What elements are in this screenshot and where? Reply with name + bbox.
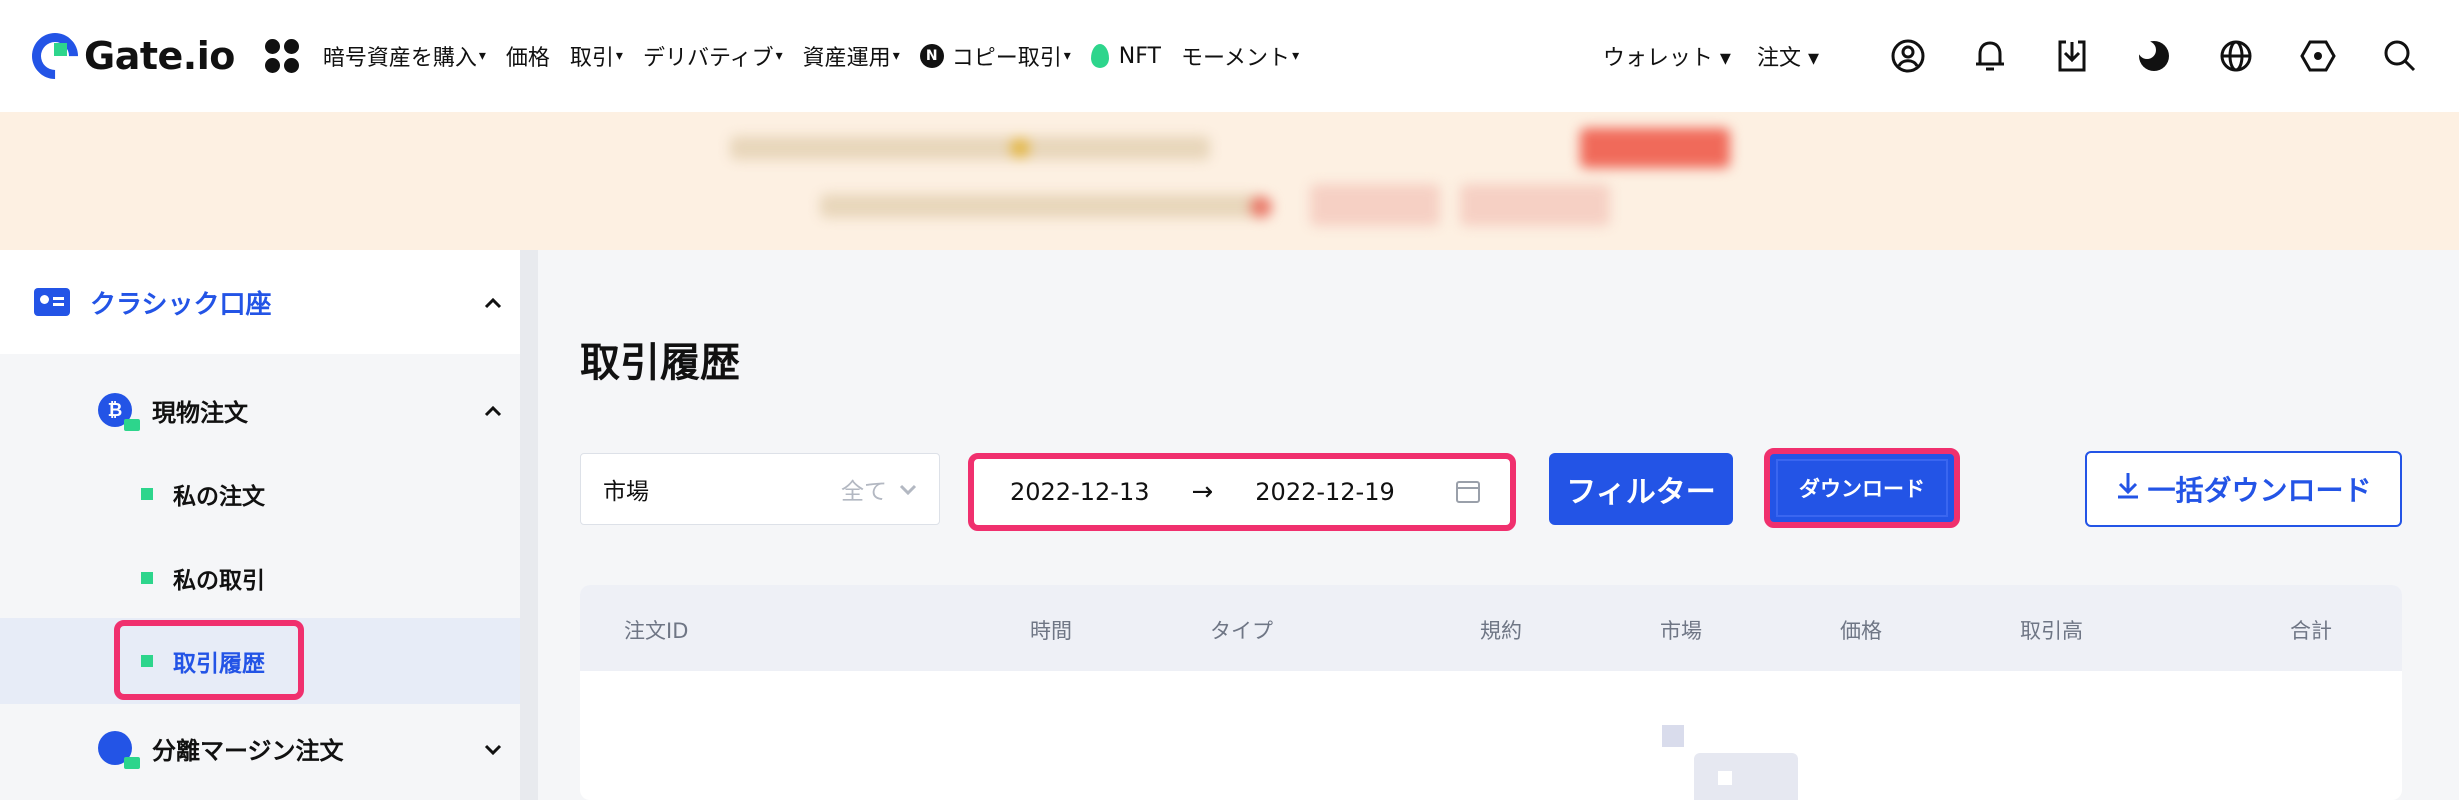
nav-label: 資産運用: [802, 46, 891, 71]
date-from-input[interactable]: 2022-12-13: [1010, 478, 1149, 506]
bitcoin-glyph: ₿: [107, 399, 123, 421]
column-header-volume: 取引高: [2020, 619, 2083, 643]
nav-label: 取引: [569, 46, 614, 71]
nav-label: コピー取引: [951, 46, 1062, 71]
sidebar-item-label: 私の注文: [173, 484, 265, 510]
column-header-total: 合計: [2290, 619, 2332, 643]
sidebar-margin-orders[interactable]: 分離マージン注文: [0, 716, 520, 780]
empty-state-icon: [1662, 725, 1684, 747]
sidebar-section-label: クラシック口座: [90, 289, 272, 320]
nav-label: モーメント: [1180, 46, 1291, 71]
nav-buy-crypto[interactable]: 暗号資産を購入 ▾: [323, 40, 486, 72]
date-range-picker[interactable]: 2022-12-13 → 2022-12-19: [968, 453, 1516, 531]
caret-down-icon: ▾: [775, 48, 783, 64]
sidebar-item-label: 私の取引: [173, 568, 265, 594]
chevron-down-icon: [899, 479, 917, 500]
download-button[interactable]: ダウンロード: [1776, 459, 1948, 517]
nav-prices[interactable]: 価格: [506, 40, 550, 72]
bell-icon[interactable]: [1971, 37, 2009, 75]
market-select[interactable]: 市場 全て: [580, 453, 940, 525]
highlight-box-trade-history: [114, 620, 304, 700]
apps-icon[interactable]: [264, 39, 299, 73]
trade-history-table: 注文ID 時間 タイプ 規約 市場 価格 取引高 合計: [580, 585, 2402, 800]
column-header-order-id: 注文ID: [624, 619, 689, 643]
chevron-up-icon: [484, 290, 502, 314]
nav-asset-management[interactable]: 資産運用 ▾: [803, 40, 900, 72]
logo-text: Gate.io: [84, 34, 235, 78]
orders-menu[interactable]: 注文 ▾: [1757, 40, 1819, 72]
chevron-up-icon: [484, 398, 502, 422]
page-title: 取引履歴: [580, 340, 740, 386]
column-header-type: タイプ: [1210, 619, 1273, 643]
market-select-value: 全て: [841, 479, 887, 505]
nav-label: 暗号資産を購入: [322, 46, 477, 71]
blurred-content: [690, 112, 1770, 250]
nav-moments[interactable]: モーメント ▾: [1181, 40, 1299, 72]
sidebar-sub-label: 現物注文: [152, 398, 248, 427]
chevron-down-icon: [484, 736, 502, 760]
nav-copy-trading[interactable]: N コピー取引 ▾: [919, 40, 1071, 72]
nav-label: NFT: [1118, 43, 1161, 69]
settings-icon[interactable]: [2299, 37, 2337, 75]
column-header-terms: 規約: [1480, 619, 1522, 643]
nav-trade[interactable]: 取引 ▾: [570, 40, 623, 72]
new-badge-icon: N: [919, 44, 944, 68]
bitcoin-exchange-icon: ₿: [98, 393, 140, 431]
sidebar-sub-label: 分離マージン注文: [152, 736, 344, 765]
top-header: Gate.io 暗号資産を購入 ▾ 価格 取引 ▾ デリバティブ ▾ 資産運用 ▾ Nコ…: [0, 0, 2459, 112]
nav-nft[interactable]: NFT: [1090, 43, 1161, 69]
caret-down-icon: ▾: [1063, 48, 1071, 64]
bulk-download-label: 一括ダウンロード: [2147, 474, 2372, 507]
filter-button[interactable]: フィルター: [1549, 453, 1733, 525]
sidebar-classic-account[interactable]: クラシック口座: [0, 250, 520, 354]
sidebar-item-my-orders[interactable]: 私の注文: [0, 462, 520, 526]
nav-label: デリバティブ: [642, 46, 774, 71]
column-header-time: 時間: [1030, 619, 1072, 643]
arrow-right-icon: →: [1191, 477, 1214, 507]
bulk-download-button[interactable]: 一括ダウンロード: [2085, 451, 2402, 527]
highlight-box-download: ダウンロード: [1764, 448, 1960, 528]
flame-icon: [1090, 44, 1109, 68]
column-header-price: 価格: [1840, 619, 1882, 643]
sidebar-scrollbar[interactable]: [520, 250, 538, 800]
main-nav: 暗号資産を購入 ▾ 価格 取引 ▾ デリバティブ ▾ 資産運用 ▾ N コピー取引 ▾ NF…: [323, 40, 1319, 72]
gateio-logo[interactable]: Gate.io: [22, 23, 235, 89]
sidebar-spot-orders[interactable]: ₿ 現物注文: [0, 378, 520, 442]
column-header-market: 市場: [1660, 619, 1702, 643]
market-select-label: 市場: [603, 479, 649, 505]
sidebar: クラシック口座 ₿ 現物注文 私の注文 私の取引 取引履歴 分離マージン注文: [0, 250, 520, 800]
caret-down-icon: ▾: [892, 48, 900, 64]
user-icon[interactable]: [1889, 37, 1927, 75]
gateio-logo-mark-icon: [22, 23, 88, 89]
date-to-input[interactable]: 2022-12-19: [1255, 478, 1394, 506]
download-app-icon[interactable]: [2053, 37, 2091, 75]
caret-down-icon: ▾: [478, 48, 486, 64]
empty-state-illustration: [1694, 753, 1798, 800]
nav-derivatives[interactable]: デリバティブ ▾: [643, 40, 783, 72]
id-card-icon: [34, 288, 70, 316]
bullet-icon: [141, 572, 153, 584]
caret-down-icon: ▾: [615, 48, 623, 64]
bullet-icon: [141, 488, 153, 500]
announcement-banner: [0, 112, 2459, 250]
nav-label: 価格: [505, 46, 550, 71]
header-right: ウォレット ▾ 注文 ▾: [1603, 0, 2419, 112]
caret-down-icon: ▾: [1292, 48, 1300, 64]
margin-exchange-icon: [98, 731, 140, 769]
wallet-menu[interactable]: ウォレット ▾: [1603, 40, 1731, 72]
sidebar-item-my-trades[interactable]: 私の取引: [0, 546, 520, 610]
globe-icon[interactable]: [2217, 37, 2255, 75]
table-header: 注文ID 時間 タイプ 規約 市場 価格 取引高 合計: [580, 585, 2402, 671]
theme-icon[interactable]: [2135, 37, 2173, 75]
calendar-icon[interactable]: [1456, 481, 1480, 503]
search-icon[interactable]: [2381, 37, 2419, 75]
download-arrow-icon: [2115, 471, 2141, 507]
